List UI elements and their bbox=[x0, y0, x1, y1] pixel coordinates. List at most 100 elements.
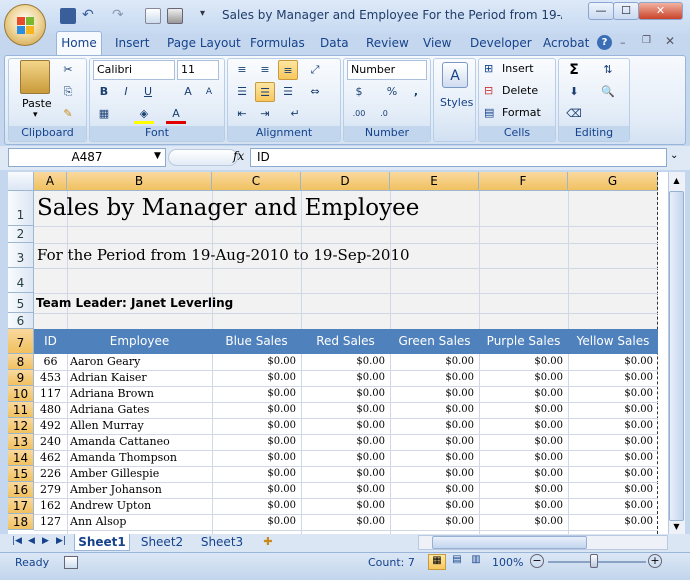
cell-red-sales[interactable]: $0.00 bbox=[301, 514, 385, 530]
cell-red-sales[interactable]: $0.00 bbox=[301, 498, 385, 514]
col-header-d[interactable]: D bbox=[301, 172, 390, 191]
office-button-icon[interactable] bbox=[4, 4, 46, 46]
cell-id[interactable]: 462 bbox=[34, 450, 67, 466]
minimize-button[interactable]: — bbox=[588, 2, 614, 20]
cell-yellow-sales[interactable]: $0.00 bbox=[568, 450, 653, 466]
cell-employee[interactable]: Adrian Kaiser bbox=[70, 370, 210, 386]
cell-id[interactable]: 162 bbox=[34, 498, 67, 514]
cell-employee[interactable]: Aaron Geary bbox=[70, 354, 210, 370]
scroll-up-icon[interactable]: ▲ bbox=[669, 173, 684, 189]
cell-purple-sales[interactable]: $0.00 bbox=[479, 402, 563, 418]
cell-purple-sales[interactable]: $0.00 bbox=[479, 354, 563, 370]
wrap-text-icon[interactable]: ↵ bbox=[285, 104, 305, 124]
paste-button[interactable]: Paste bbox=[22, 97, 52, 110]
grow-font-icon[interactable]: A bbox=[178, 82, 198, 102]
cell-employee[interactable]: Andrew Upton bbox=[70, 498, 210, 514]
help-icon[interactable]: ? bbox=[597, 35, 612, 50]
row-header[interactable]: 17 bbox=[8, 498, 34, 514]
header-id[interactable]: ID bbox=[34, 329, 67, 354]
cell-blue-sales[interactable]: $0.00 bbox=[212, 418, 296, 434]
decrease-decimal-icon[interactable]: .0 bbox=[374, 104, 394, 124]
next-sheet-icon[interactable]: ▶ bbox=[42, 536, 49, 546]
cell-red-sales[interactable]: $0.00 bbox=[301, 370, 385, 386]
cell-blue-sales[interactable]: $0.00 bbox=[212, 386, 296, 402]
delete-cells-button[interactable]: Delete bbox=[502, 84, 538, 97]
cell-employee[interactable]: Amanda Cattaneo bbox=[70, 434, 210, 450]
cell-green-sales[interactable]: $0.00 bbox=[390, 370, 474, 386]
team-leader[interactable]: Team Leader: Janet Leverling bbox=[36, 296, 233, 310]
cell-yellow-sales[interactable]: $0.00 bbox=[568, 402, 653, 418]
cell-id[interactable]: 127 bbox=[34, 514, 67, 530]
cell-purple-sales[interactable]: $0.00 bbox=[479, 482, 563, 498]
cell-id[interactable]: 480 bbox=[34, 402, 67, 418]
ribbon-restore-icon[interactable]: ❐ bbox=[642, 35, 651, 46]
row-header[interactable]: 4 bbox=[8, 268, 34, 293]
cell-purple-sales[interactable]: $0.00 bbox=[479, 466, 563, 482]
cell-green-sales[interactable]: $0.00 bbox=[390, 450, 474, 466]
cell-id[interactable]: 66 bbox=[34, 354, 67, 370]
insert-function-button[interactable]: fx bbox=[233, 149, 244, 163]
zoom-in-icon[interactable]: + bbox=[648, 554, 662, 568]
number-format-select[interactable]: Number bbox=[347, 60, 427, 80]
cell-red-sales[interactable]: $0.00 bbox=[301, 386, 385, 402]
increase-indent-icon[interactable]: ⇥ bbox=[255, 104, 275, 124]
name-box-dropdown-icon[interactable]: ▼ bbox=[154, 151, 161, 161]
cell-yellow-sales[interactable]: $0.00 bbox=[568, 386, 653, 402]
copy-icon[interactable]: ⎘ bbox=[58, 82, 78, 102]
zoom-slider-thumb[interactable] bbox=[590, 554, 598, 568]
cell-blue-sales[interactable]: $0.00 bbox=[212, 498, 296, 514]
save-icon[interactable] bbox=[60, 8, 76, 24]
cell-green-sales[interactable]: $0.00 bbox=[390, 418, 474, 434]
cell-blue-sales[interactable]: $0.00 bbox=[212, 434, 296, 450]
cell-purple-sales[interactable]: $0.00 bbox=[479, 498, 563, 514]
customize-qat-icon[interactable]: ▾ bbox=[200, 8, 205, 19]
page-break-view-icon[interactable]: ▥ bbox=[467, 554, 485, 570]
cell-red-sales[interactable]: $0.00 bbox=[301, 466, 385, 482]
row-header[interactable]: 2 bbox=[8, 226, 34, 243]
cell-green-sales[interactable]: $0.00 bbox=[390, 482, 474, 498]
print-preview-icon[interactable] bbox=[167, 8, 183, 24]
cell-id[interactable]: 492 bbox=[34, 418, 67, 434]
redo-icon[interactable]: ↷ bbox=[112, 8, 128, 24]
align-center-icon[interactable]: ☰ bbox=[255, 82, 275, 102]
sheet-tab-1[interactable]: Sheet1 bbox=[74, 534, 130, 551]
report-period[interactable]: For the Period from 19-Aug-2010 to 19-Se… bbox=[37, 246, 410, 264]
styles-button[interactable]: Styles bbox=[440, 96, 473, 109]
cell-id[interactable]: 279 bbox=[34, 482, 67, 498]
horizontal-scroll-thumb[interactable] bbox=[432, 536, 587, 549]
font-name-select[interactable]: Calibri bbox=[93, 60, 175, 80]
tab-developer[interactable]: Developer bbox=[470, 33, 532, 55]
header-purple-sales[interactable]: Purple Sales bbox=[479, 329, 568, 354]
scroll-down-icon[interactable]: ▼ bbox=[669, 521, 684, 533]
cell-yellow-sales[interactable]: $0.00 bbox=[568, 498, 653, 514]
row-header[interactable]: 6 bbox=[8, 313, 34, 329]
align-left-icon[interactable]: ☰ bbox=[232, 82, 252, 102]
cell-yellow-sales[interactable]: $0.00 bbox=[568, 466, 653, 482]
tab-home[interactable]: Home bbox=[56, 31, 102, 56]
page-layout-view-icon[interactable]: ▤ bbox=[448, 554, 466, 570]
undo-icon[interactable]: ↶ bbox=[82, 8, 98, 24]
ribbon-minimize-icon[interactable]: – bbox=[620, 36, 626, 49]
sheet-tab-3[interactable]: Sheet3 bbox=[194, 534, 250, 551]
row-header[interactable]: 11 bbox=[8, 402, 34, 418]
align-top-icon[interactable]: ≡ bbox=[232, 60, 252, 80]
row-header[interactable]: 10 bbox=[8, 386, 34, 402]
fill-icon[interactable]: ⬇ bbox=[564, 82, 584, 102]
close-button[interactable]: ✕ bbox=[638, 2, 683, 20]
select-all-button[interactable] bbox=[8, 172, 34, 191]
cell-employee[interactable]: Adriana Brown bbox=[70, 386, 210, 402]
cell-purple-sales[interactable]: $0.00 bbox=[479, 434, 563, 450]
underline-icon[interactable]: U bbox=[138, 82, 158, 102]
comma-button[interactable]: , bbox=[406, 82, 426, 102]
prev-sheet-icon[interactable]: ◀ bbox=[28, 536, 35, 546]
cell-green-sales[interactable]: $0.00 bbox=[390, 386, 474, 402]
cell-employee[interactable]: Amber Johanson bbox=[70, 482, 210, 498]
zoom-level[interactable]: 100% bbox=[492, 556, 523, 569]
align-right-icon[interactable]: ☰ bbox=[278, 82, 298, 102]
shrink-font-icon[interactable]: A bbox=[199, 82, 219, 102]
insert-cells-button[interactable]: Insert bbox=[502, 62, 534, 75]
header-yellow-sales[interactable]: Yellow Sales bbox=[568, 329, 658, 354]
insert-sheet-icon[interactable]: ✚ bbox=[259, 535, 277, 550]
row-header[interactable]: 7 bbox=[8, 329, 34, 354]
name-box[interactable]: A487 bbox=[8, 148, 166, 167]
